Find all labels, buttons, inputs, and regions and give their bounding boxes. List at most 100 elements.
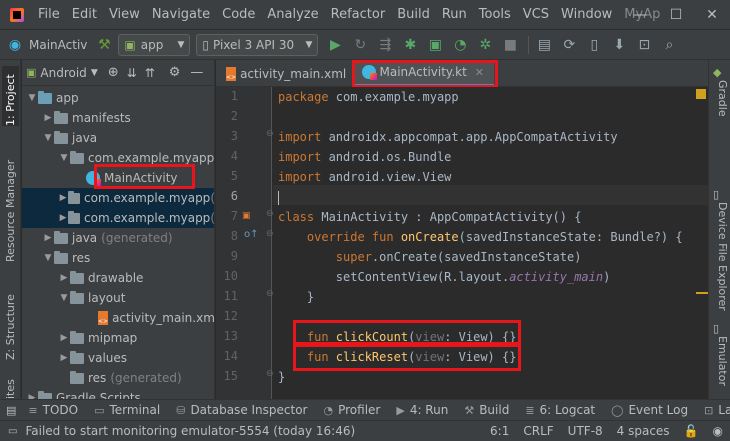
tree-item-values[interactable]: ▶ values [22, 348, 214, 368]
tool-logcat[interactable]: ≣ 6: Logcat [517, 403, 603, 417]
tool-windows-icon[interactable]: ▤ [0, 404, 20, 417]
menu-code[interactable]: Code [216, 7, 261, 22]
module-select[interactable]: ▣ app ▼ [118, 33, 191, 56]
collapse-all-icon[interactable]: ⇊ [127, 66, 137, 80]
tool-profiler[interactable]: ◔ Profiler [315, 403, 388, 417]
inspector-icon[interactable]: ◉ [706, 424, 730, 438]
coverage-icon[interactable]: ▣ [424, 34, 446, 56]
menu-window[interactable]: Window [555, 7, 618, 22]
tab-activity-main-xml[interactable]: <> activity_main.xml ✕ [216, 60, 363, 87]
tool-layout-inspector[interactable]: ⊡Layou [696, 403, 730, 417]
stop-icon[interactable]: ■ [499, 34, 521, 56]
fold-icon[interactable]: ⊖ [266, 289, 274, 299]
chevron-right-icon[interactable]: ▶ [58, 353, 70, 363]
status-icon[interactable]: ▭ [0, 426, 17, 437]
project-structure-icon[interactable]: ▤ [533, 34, 555, 56]
tool-terminal[interactable]: ▭ Terminal [86, 403, 168, 417]
gear-icon[interactable]: ⚙ [169, 65, 181, 80]
expand-all-icon[interactable]: ⇈ [145, 66, 155, 80]
tab-favorites[interactable]: ites [2, 375, 19, 399]
tool-build[interactable]: ⚒ Build [456, 403, 517, 417]
tree-item-gradle-scripts[interactable]: ▶ Gradle Scripts [22, 388, 214, 399]
file-encoding[interactable]: UTF-8 [561, 424, 610, 438]
maximize-icon[interactable]: ☐ [658, 0, 694, 30]
chevron-right-icon[interactable]: ▶ [42, 113, 54, 123]
fold-icon[interactable]: ⊖ [266, 209, 274, 219]
tree-item-package-androidtest[interactable]: ▶ com.example.myapp ( [22, 188, 214, 208]
debug-icon[interactable]: ✱ [399, 34, 421, 56]
scrollbar-warning-marker[interactable] [696, 292, 708, 294]
layout-file-marker-icon[interactable]: ▣ [242, 211, 251, 221]
chevron-right-icon[interactable]: ▶ [58, 333, 70, 343]
tab-resource-manager[interactable]: Resource Manager [2, 150, 19, 262]
breadcrumb[interactable]: MainActiv [29, 38, 87, 52]
tree-item-java[interactable]: ▼ java [22, 128, 214, 148]
code-editor[interactable]: 1 2 3 4 5 6 7 8 9 10 11 12 13 14 15 ▣ o↑… [216, 87, 708, 399]
status-message[interactable]: Failed to start monitoring emulator-5554… [17, 424, 483, 438]
override-marker-icon[interactable]: o↑ [244, 229, 259, 240]
chevron-down-icon[interactable]: ▼ [91, 68, 98, 78]
indent-setting[interactable]: 4 spaces [610, 424, 677, 438]
menu-navigate[interactable]: Navigate [146, 7, 216, 22]
chevron-right-icon[interactable]: ▶ [58, 193, 68, 203]
tree-item-res[interactable]: ▼ res [22, 248, 214, 268]
tree-item-package-test[interactable]: ▶ com.example.myapp ( [22, 208, 214, 228]
device-select[interactable]: ▯ Pixel 3 API 30 ▼ [196, 33, 319, 56]
tab-device-file-explorer[interactable]: Device File Explorer [712, 202, 729, 312]
tree-item-res-generated[interactable]: res (generated) [22, 368, 214, 388]
apply-changes-icon[interactable]: ↻ [349, 34, 371, 56]
tab-project[interactable]: 1: Project [2, 66, 19, 126]
run-icon[interactable]: ▶ [324, 34, 346, 56]
tree-item-java-generated[interactable]: ▶ java (generated) [22, 228, 214, 248]
tab-structure[interactable]: Z: Structure [2, 280, 19, 360]
project-view-select[interactable]: Android [40, 66, 86, 80]
menu-run[interactable]: Run [436, 7, 473, 22]
tree-item-app[interactable]: ▼ app [22, 88, 214, 108]
line-separator[interactable]: CRLF [516, 424, 560, 438]
attach-debugger-icon[interactable]: ✲ [474, 34, 496, 56]
tab-emulator[interactable]: Emulator [712, 336, 729, 392]
chevron-down-icon[interactable]: ▼ [42, 253, 54, 263]
hammer-icon[interactable]: ⚒ [93, 34, 115, 56]
caret-position[interactable]: 6:1 [483, 424, 516, 438]
tool-database-inspector[interactable]: ⛁ Database Inspector [168, 403, 315, 417]
tool-event-log[interactable]: ◯ Event Log [603, 403, 696, 417]
menu-edit[interactable]: Edit [66, 7, 103, 22]
chevron-down-icon[interactable]: ▼ [58, 293, 70, 303]
menu-analyze[interactable]: Analyze [261, 7, 324, 22]
apply-code-changes-icon[interactable]: ⇶ [374, 34, 396, 56]
chevron-right-icon[interactable]: ▶ [58, 213, 68, 223]
chevron-down-icon[interactable]: ▼ [26, 93, 38, 103]
menu-tools[interactable]: Tools [473, 7, 517, 22]
menu-view[interactable]: View [103, 7, 146, 22]
sync-gradle-icon[interactable]: ⟳ [558, 34, 580, 56]
tool-run[interactable]: ▶ 4: Run [388, 403, 456, 417]
chevron-down-icon[interactable]: ▼ [58, 153, 70, 163]
minimize-panel-icon[interactable]: — [190, 65, 203, 80]
fold-icon[interactable]: ⊖ [266, 229, 274, 239]
menu-file[interactable]: File [32, 7, 66, 22]
tree-item-mipmap[interactable]: ▶ mipmap [22, 328, 214, 348]
tree-item-activity-main-xml[interactable]: <> activity_main.xml [22, 308, 214, 328]
menu-build[interactable]: Build [391, 7, 436, 22]
tree-item-drawable[interactable]: ▶ drawable [22, 268, 214, 288]
tree-item-manifests[interactable]: ▶ manifests [22, 108, 214, 128]
locate-icon[interactable]: ⊕ [108, 65, 119, 80]
chevron-down-icon[interactable]: ▼ [42, 133, 54, 143]
close-icon[interactable]: ✕ [694, 0, 730, 30]
layout-inspector-icon[interactable]: ⊡ [633, 34, 655, 56]
lock-icon[interactable]: 🔓 [677, 424, 706, 438]
tab-gradle[interactable]: Gradle [712, 80, 729, 124]
chevron-right-icon[interactable]: ▶ [42, 233, 54, 243]
tree-item-layout[interactable]: ▼ layout [22, 288, 214, 308]
search-icon[interactable]: ⌕ [658, 34, 680, 56]
avd-manager-icon[interactable]: ▯ [583, 34, 605, 56]
minimize-icon[interactable]: — [622, 0, 658, 30]
menu-vcs[interactable]: VCS [517, 7, 555, 22]
fold-icon[interactable]: ⊖ [266, 129, 274, 139]
profile-icon[interactable]: ◔ [449, 34, 471, 56]
sdk-manager-icon[interactable]: ⬇ [608, 34, 630, 56]
fold-icon[interactable]: ⊖ [266, 369, 274, 379]
tool-todo[interactable]: ≡ TODO [20, 403, 86, 417]
menu-refactor[interactable]: Refactor [325, 7, 392, 22]
